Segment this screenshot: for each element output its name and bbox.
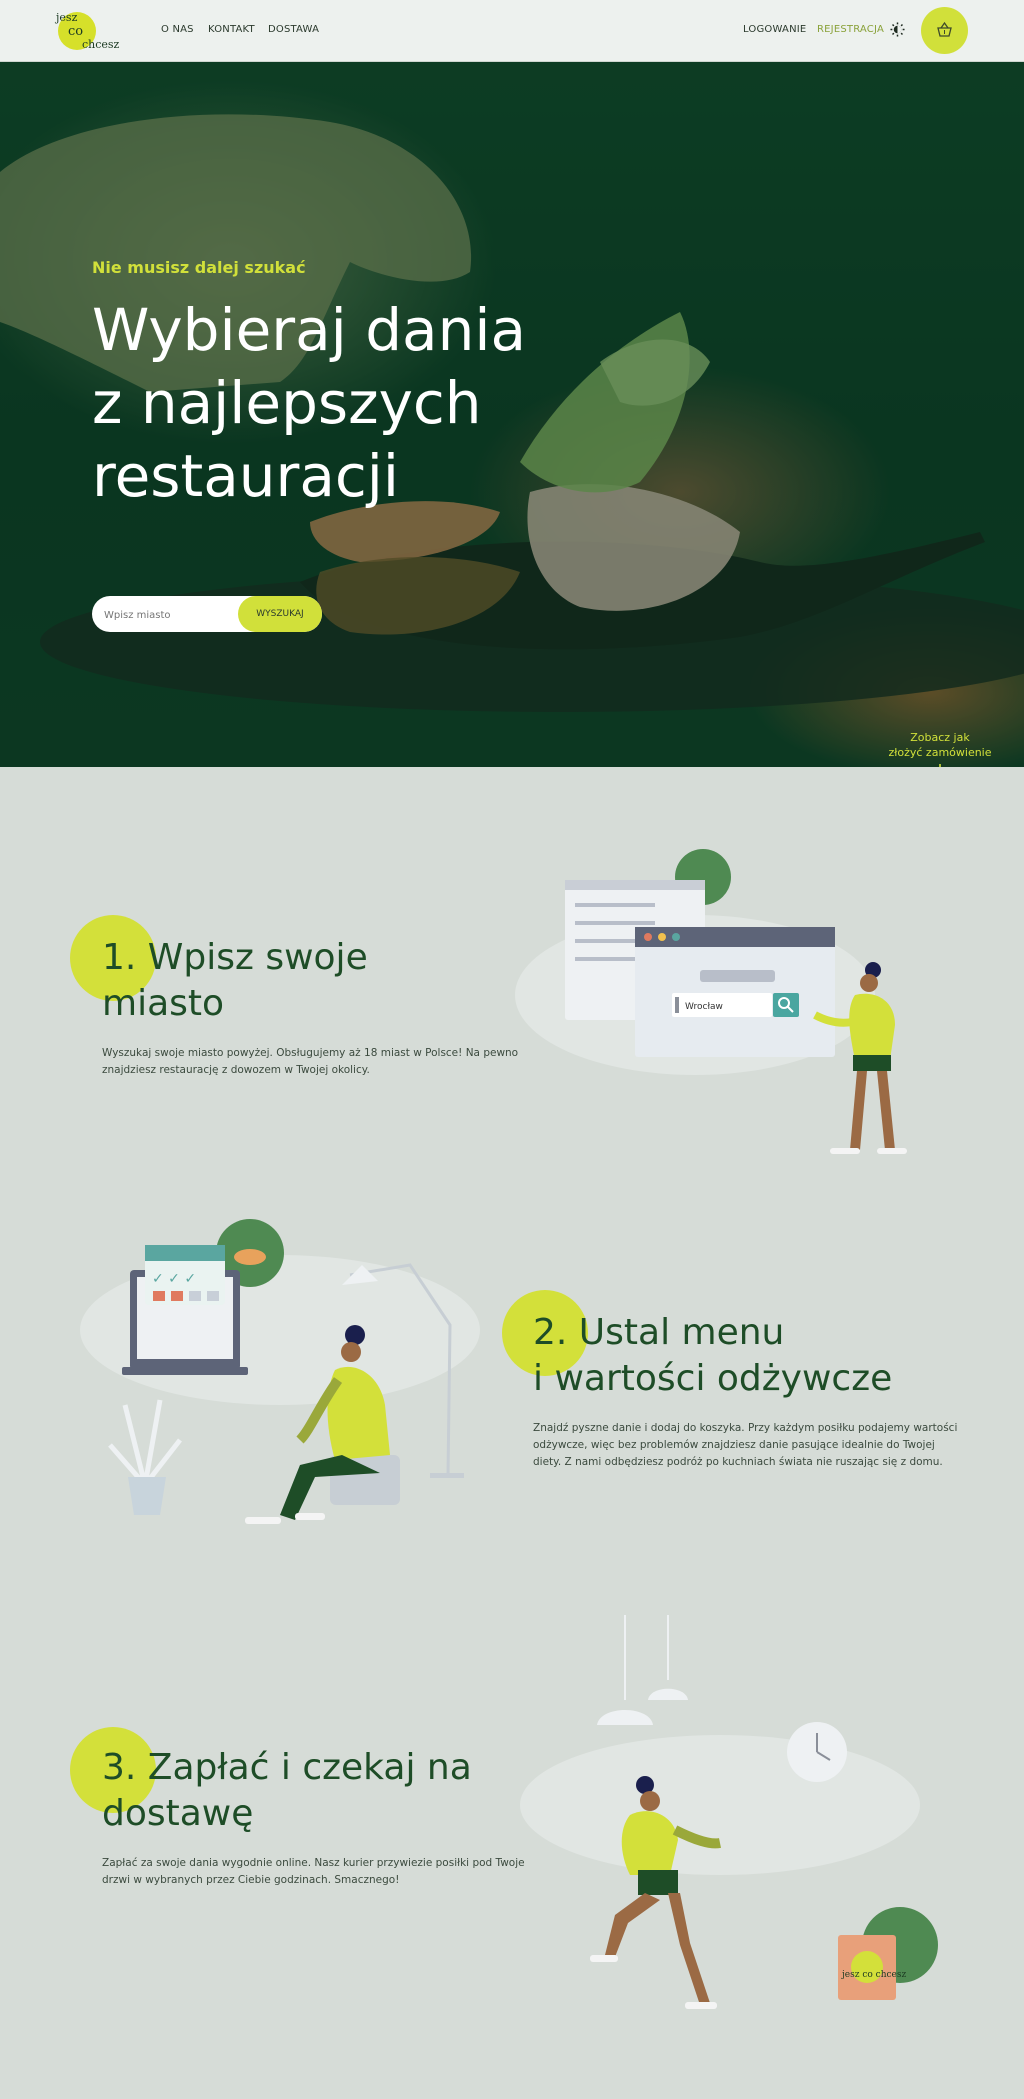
cart-button[interactable] [921, 7, 968, 54]
illustration-city-label: Wrocław [685, 1002, 723, 1012]
step-3-text: Zapłać za swoje dania wygodnie online. N… [102, 1855, 525, 1889]
hero-kicker: Nie musisz dalej szukać [92, 258, 306, 277]
basket-icon [937, 21, 952, 37]
nav-link-delivery[interactable]: DOSTAWA [268, 24, 319, 35]
logo-text-1: jesz [56, 11, 78, 24]
logo-text-2: co [68, 24, 84, 39]
step-2-title-line-1: 2. Ustal menu [533, 1312, 785, 1353]
svg-text:✓ ✓ ✓: ✓ ✓ ✓ [152, 1271, 196, 1287]
see-how-link[interactable]: Zobacz jak złożyć zamówienie [880, 730, 1000, 767]
step-1-text-line-1: Wyszukaj swoje miasto powyżej. Obsługuje… [102, 1047, 519, 1059]
menu-nutrition-illustration: ✓ ✓ ✓ [80, 1219, 480, 1524]
search-button[interactable]: WYSZUKAJ [238, 596, 322, 632]
hero-title-line-2: z najlepszych [92, 369, 482, 437]
contrast-icon[interactable] [890, 22, 905, 37]
register-link[interactable]: REJESTRACJA [817, 24, 884, 35]
step-3-title-line-1: 3. Zapłać i czekaj na [102, 1747, 472, 1788]
nav-link-about[interactable]: O NAS [161, 24, 194, 35]
step-2-text-line-2: odżywcze, więc bez problemów znajdziesz … [533, 1439, 935, 1451]
step-1-text: Wyszukaj swoje miasto powyżej. Obsługuje… [102, 1045, 518, 1079]
see-how-line-2: złożyć zamówienie [888, 746, 992, 759]
city-search-input[interactable] [102, 604, 246, 626]
step-2-title: 2. Ustal menu i wartości odżywcze [533, 1310, 892, 1402]
step-1-text-line-2: znajdziesz restaurację z dowozem w Twoje… [102, 1064, 370, 1076]
nav-link-contact[interactable]: KONTAKT [208, 24, 255, 35]
step-3-text-line-1: Zapłać za swoje dania wygodnie online. N… [102, 1857, 525, 1869]
step-1-title: 1. Wpisz swoje miasto [102, 935, 368, 1027]
step-2-title-line-2: i wartości odżywcze [533, 1358, 893, 1399]
step-3-text-line-2: drzwi w wybranych przez Ciebie godzinach… [102, 1874, 400, 1886]
step-2-text-line-1: Znajdź pyszne danie i dodaj do koszyka. … [533, 1422, 958, 1434]
svg-text:jesz co chcesz: jesz co chcesz [841, 1970, 906, 1980]
step-2-text-line-3: diety. Z nami odbędziesz podróż po kuchn… [533, 1456, 943, 1468]
city-search-illustration: Wrocław [515, 849, 907, 1154]
top-navbar: jesz co chcesz O NAS KONTAKT DOSTAWA LOG… [0, 0, 1024, 62]
hero-title-line-3: restauracji [92, 442, 400, 510]
delivery-illustration: jesz co chcesz [520, 1615, 938, 2009]
step-1-title-line-2: miasto [102, 983, 225, 1024]
step-3-title-line-2: dostawę [102, 1793, 254, 1834]
step-1-title-line-1: 1. Wpisz swoje [102, 937, 368, 978]
city-search-bar: WYSZUKAJ [92, 596, 322, 632]
hero-section: Nie musisz dalej szukać Wybieraj dania z… [0, 62, 1024, 767]
hero-title: Wybieraj dania z najlepszych restauracji [92, 294, 526, 513]
logo[interactable]: jesz co chcesz [54, 8, 119, 54]
hero-title-line-1: Wybieraj dania [92, 296, 526, 364]
step-3-title: 3. Zapłać i czekaj na dostawę [102, 1745, 472, 1837]
arrow-down-icon [939, 764, 941, 767]
step-2-text: Znajdź pyszne danie i dodaj do koszyka. … [533, 1420, 957, 1471]
logo-text-3: chcesz [82, 38, 120, 51]
see-how-line-1: Zobacz jak [910, 731, 970, 744]
login-link[interactable]: LOGOWANIE [743, 24, 806, 35]
